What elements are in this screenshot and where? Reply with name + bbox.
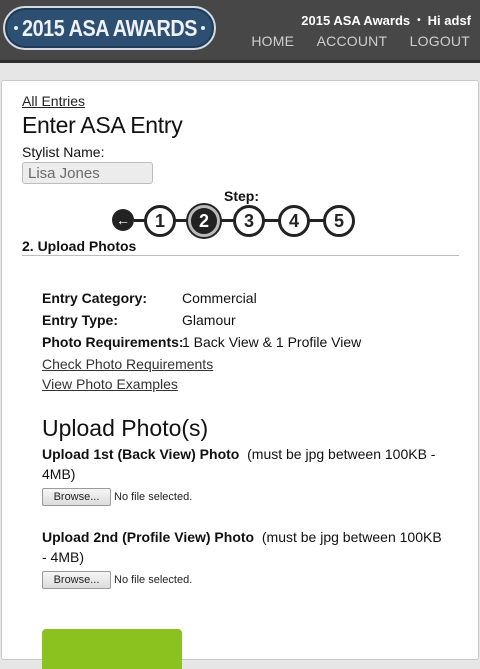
site-name: 2015 ASA Awards [301, 13, 411, 28]
upload-label: Upload 1st (Back View) Photo [42, 446, 240, 462]
user-info: 2015 ASA Awards • Hi adsf [301, 13, 471, 28]
detail-label: Entry Type: [42, 312, 118, 328]
browse-button[interactable]: Browse... [42, 571, 111, 590]
detail-label: Photo Requirements: [42, 334, 184, 350]
file-status: No file selected. [114, 491, 193, 504]
nav-logout-link[interactable]: LOGOUT [410, 33, 470, 49]
back-arrow-icon[interactable]: ← [112, 209, 134, 231]
file-input-profile-view: Browse... No file selected. [42, 569, 442, 590]
logo-dot-left [14, 26, 18, 30]
section-divider [22, 255, 459, 256]
page-title: Enter ASA Entry [22, 112, 183, 138]
step-indicator: ← 1 2 3 4 5 [112, 205, 357, 237]
nav-home-link[interactable]: HOME [251, 33, 294, 49]
step-4-button[interactable]: 4 [278, 205, 310, 237]
upload-label: Upload 2nd (Profile View) Photo [42, 529, 255, 545]
detail-row-type: Entry Type: Glamour [42, 312, 462, 334]
nav-account-link[interactable]: ACCOUNT [317, 33, 388, 49]
step-2-button[interactable]: 2 [188, 205, 220, 237]
detail-value: Commercial [182, 290, 257, 306]
entry-details: Entry Category: Commercial Entry Type: G… [42, 290, 462, 396]
upload-profile-view: Upload 2nd (Profile View) Photo (must be… [42, 527, 442, 590]
logo-text: 2015 ASA AWARDS [22, 15, 197, 41]
header-divider [0, 60, 480, 63]
breadcrumb-all-entries[interactable]: All Entries [22, 93, 85, 109]
link-row-examples: View Photo Examples [42, 376, 462, 396]
detail-row-requirements: Photo Requirements: 1 Back View & 1 Prof… [42, 334, 462, 356]
stylist-name-label: Stylist Name: [22, 144, 105, 160]
detail-label: Entry Category: [42, 290, 148, 306]
upload-photos-heading: Upload Photo(s) [42, 415, 209, 441]
user-greeting: Hi adsf [427, 13, 471, 28]
check-photo-requirements-link[interactable]: Check Photo Requirements [42, 356, 213, 372]
upload-back-view: Upload 1st (Back View) Photo (must be jp… [42, 444, 442, 507]
step-3-button[interactable]: 3 [233, 205, 265, 237]
detail-value: 1 Back View & 1 Profile View [182, 334, 362, 350]
top-nav: HOME ACCOUNT LOGOUT [233, 33, 470, 51]
file-input-back-view: Browse... No file selected. [42, 486, 442, 507]
step-5-button[interactable]: 5 [323, 205, 355, 237]
submit-button[interactable] [42, 629, 182, 669]
view-photo-examples-link[interactable]: View Photo Examples [42, 376, 178, 392]
detail-row-category: Entry Category: Commercial [42, 290, 462, 312]
upload-profile-view-label-row: Upload 2nd (Profile View) Photo (must be… [42, 527, 442, 567]
separator-dot: • [417, 15, 421, 26]
upload-back-view-label-row: Upload 1st (Back View) Photo (must be jp… [42, 444, 442, 484]
step-1-button[interactable]: 1 [144, 205, 176, 237]
detail-value: Glamour [182, 312, 236, 328]
stylist-name-field[interactable] [22, 162, 153, 184]
site-header: 2015 ASA AWARDS 2015 ASA Awards • Hi adsf … [0, 0, 480, 60]
link-row-requirements: Check Photo Requirements [42, 356, 462, 376]
section-title: 2. Upload Photos [22, 238, 137, 254]
logo-dot-right [201, 26, 205, 30]
entry-form-card: All Entries Enter ASA Entry Stylist Name… [1, 80, 479, 669]
site-logo[interactable]: 2015 ASA AWARDS [3, 6, 216, 50]
browse-button[interactable]: Browse... [42, 488, 111, 507]
file-status: No file selected. [114, 574, 193, 587]
step-label: Step: [224, 188, 259, 204]
